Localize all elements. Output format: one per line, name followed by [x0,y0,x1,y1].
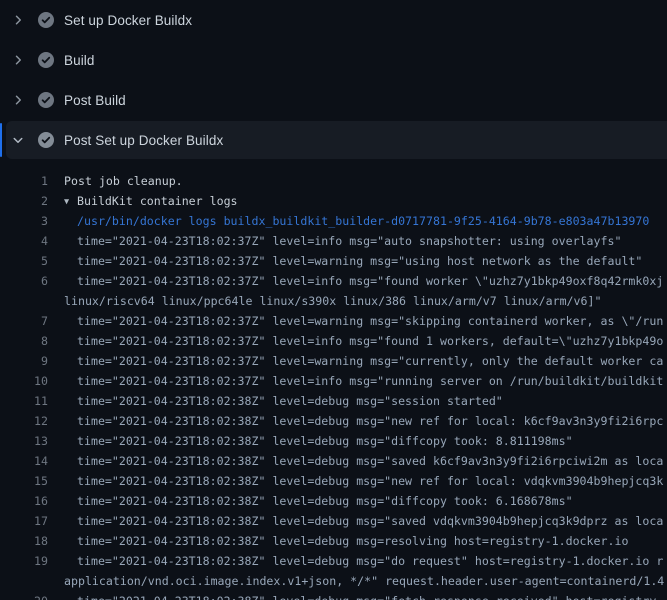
step-label: Set up Docker Buildx [64,13,192,28]
chevron-down-icon[interactable] [10,132,26,148]
log-text: time="2021-04-23T18:02:37Z" level=warnin… [77,251,642,271]
log-line: 15 time="2021-04-23T18:02:38Z" level=debu… [0,471,667,491]
step-label: Post Set up Docker Buildx [64,133,223,148]
log-line: 11 time="2021-04-23T18:02:38Z" level=debu… [0,391,667,411]
log-line: 12 time="2021-04-23T18:02:38Z" level=debu… [0,411,667,431]
log-line: 6 time="2021-04-23T18:02:37Z" level=info … [0,271,667,291]
log-line: 13 time="2021-04-23T18:02:38Z" level=debu… [0,431,667,451]
log-text: /usr/bin/docker logs buildx_buildkit_bui… [77,211,649,231]
line-number[interactable]: 8 [0,331,48,351]
log-text: ▼BuildKit container logs [64,191,238,211]
log-text: time="2021-04-23T18:02:37Z" level=warnin… [77,311,663,331]
active-step-indicator [0,123,2,157]
log-text: linux/riscv64 linux/ppc64le linux/s390x … [64,291,601,311]
line-number[interactable]: 10 [0,371,48,391]
line-number [0,291,48,311]
log-text: time="2021-04-23T18:02:37Z" level=info m… [77,371,663,391]
line-number[interactable]: 2 [0,191,48,211]
log-text: time="2021-04-23T18:02:37Z" level=info m… [77,231,621,251]
log-line: 2 ▼BuildKit container logs [0,191,667,211]
steps-list: Set up Docker Buildx Build Post Build [0,0,667,159]
chevron-right-icon[interactable] [10,92,26,108]
chevron-right-icon[interactable] [10,12,26,28]
log-line: 17 time="2021-04-23T18:02:38Z" level=debu… [0,511,667,531]
log-area: 1 Post job cleanup. 2 ▼BuildKit container l… [0,160,667,600]
log-line: 5 time="2021-04-23T18:02:37Z" level=warni… [0,251,667,271]
log-line: 8 time="2021-04-23T18:02:37Z" level=info … [0,331,667,351]
log-text: time="2021-04-23T18:02:38Z" level=debug … [77,491,573,511]
log-line: 19 time="2021-04-23T18:02:38Z" level=debu… [0,551,667,571]
log-text: time="2021-04-23T18:02:38Z" level=debug … [77,511,663,531]
step-post-build[interactable]: Post Build [0,80,667,120]
line-number[interactable]: 4 [0,231,48,251]
line-number[interactable]: 20 [0,591,48,600]
step-label: Build [64,53,95,68]
log-text: time="2021-04-23T18:02:38Z" level=debug … [77,431,573,451]
log-line: 9 time="2021-04-23T18:02:37Z" level=warni… [0,351,667,371]
check-circle-icon [38,132,54,148]
log-line: 7 time="2021-04-23T18:02:37Z" level=warni… [0,311,667,331]
log-text: application/vnd.oci.image.index.v1+json,… [64,571,664,591]
line-number[interactable]: 15 [0,471,48,491]
line-number[interactable]: 16 [0,491,48,511]
log-line: 18 time="2021-04-23T18:02:38Z" level=debu… [0,531,667,551]
log-line: 10 time="2021-04-23T18:02:37Z" level=info… [0,371,667,391]
line-number[interactable]: 14 [0,451,48,471]
line-number[interactable]: 12 [0,411,48,431]
line-number[interactable]: 7 [0,311,48,331]
log-line: 20 time="2021-04-23T18:02:38Z" level=debu… [0,591,667,600]
check-circle-icon [38,12,54,28]
log-line-continuation: linux/riscv64 linux/ppc64le linux/s390x … [0,291,667,311]
line-number[interactable]: 17 [0,511,48,531]
group-collapse-icon[interactable]: ▼ [64,192,77,212]
log-text: time="2021-04-23T18:02:38Z" level=debug … [77,411,663,431]
step-set-up-docker-buildx[interactable]: Set up Docker Buildx [0,0,667,40]
line-number[interactable]: 11 [0,391,48,411]
line-number[interactable]: 18 [0,531,48,551]
log-text: time="2021-04-23T18:02:38Z" level=debug … [77,551,663,571]
line-number[interactable]: 6 [0,271,48,291]
log-line: 3/usr/bin/docker logs buildx_buildkit_bu… [0,211,667,231]
line-number[interactable]: 5 [0,251,48,271]
log-text: time="2021-04-23T18:02:38Z" level=debug … [77,451,663,471]
log-text: time="2021-04-23T18:02:38Z" level=debug … [77,391,503,411]
log-text: time="2021-04-23T18:02:38Z" level=debug … [77,531,628,551]
log-text: Post job cleanup. [64,171,183,191]
step-post-set-up-docker-buildx[interactable]: Post Set up Docker Buildx [6,121,667,159]
group-title[interactable]: BuildKit container logs [77,194,238,208]
log-text: time="2021-04-23T18:02:38Z" level=debug … [77,471,663,491]
check-circle-icon [38,52,54,68]
chevron-right-icon[interactable] [10,52,26,68]
step-build[interactable]: Build [0,40,667,80]
log-line: 4 time="2021-04-23T18:02:37Z" level=info … [0,231,667,251]
check-circle-icon [38,92,54,108]
log-line: 1 Post job cleanup. [0,171,667,191]
line-number [0,571,48,591]
log-text: time="2021-04-23T18:02:38Z" level=debug … [77,591,663,600]
log-text: time="2021-04-23T18:02:37Z" level=info m… [77,331,663,351]
line-number[interactable]: 9 [0,351,48,371]
log-line: 16 time="2021-04-23T18:02:38Z" level=debu… [0,491,667,511]
log-text: time="2021-04-23T18:02:37Z" level=info m… [77,271,663,291]
line-number[interactable]: 13 [0,431,48,451]
log-line: 14 time="2021-04-23T18:02:38Z" level=debu… [0,451,667,471]
actions-log-viewer: Set up Docker Buildx Build Post Build [0,0,667,600]
log-line-continuation: application/vnd.oci.image.index.v1+json,… [0,571,667,591]
step-label: Post Build [64,93,126,108]
line-number[interactable]: 1 [0,171,48,191]
line-number[interactable]: 3 [0,211,48,231]
log-text: time="2021-04-23T18:02:37Z" level=warnin… [77,351,663,371]
line-number[interactable]: 19 [0,551,48,571]
